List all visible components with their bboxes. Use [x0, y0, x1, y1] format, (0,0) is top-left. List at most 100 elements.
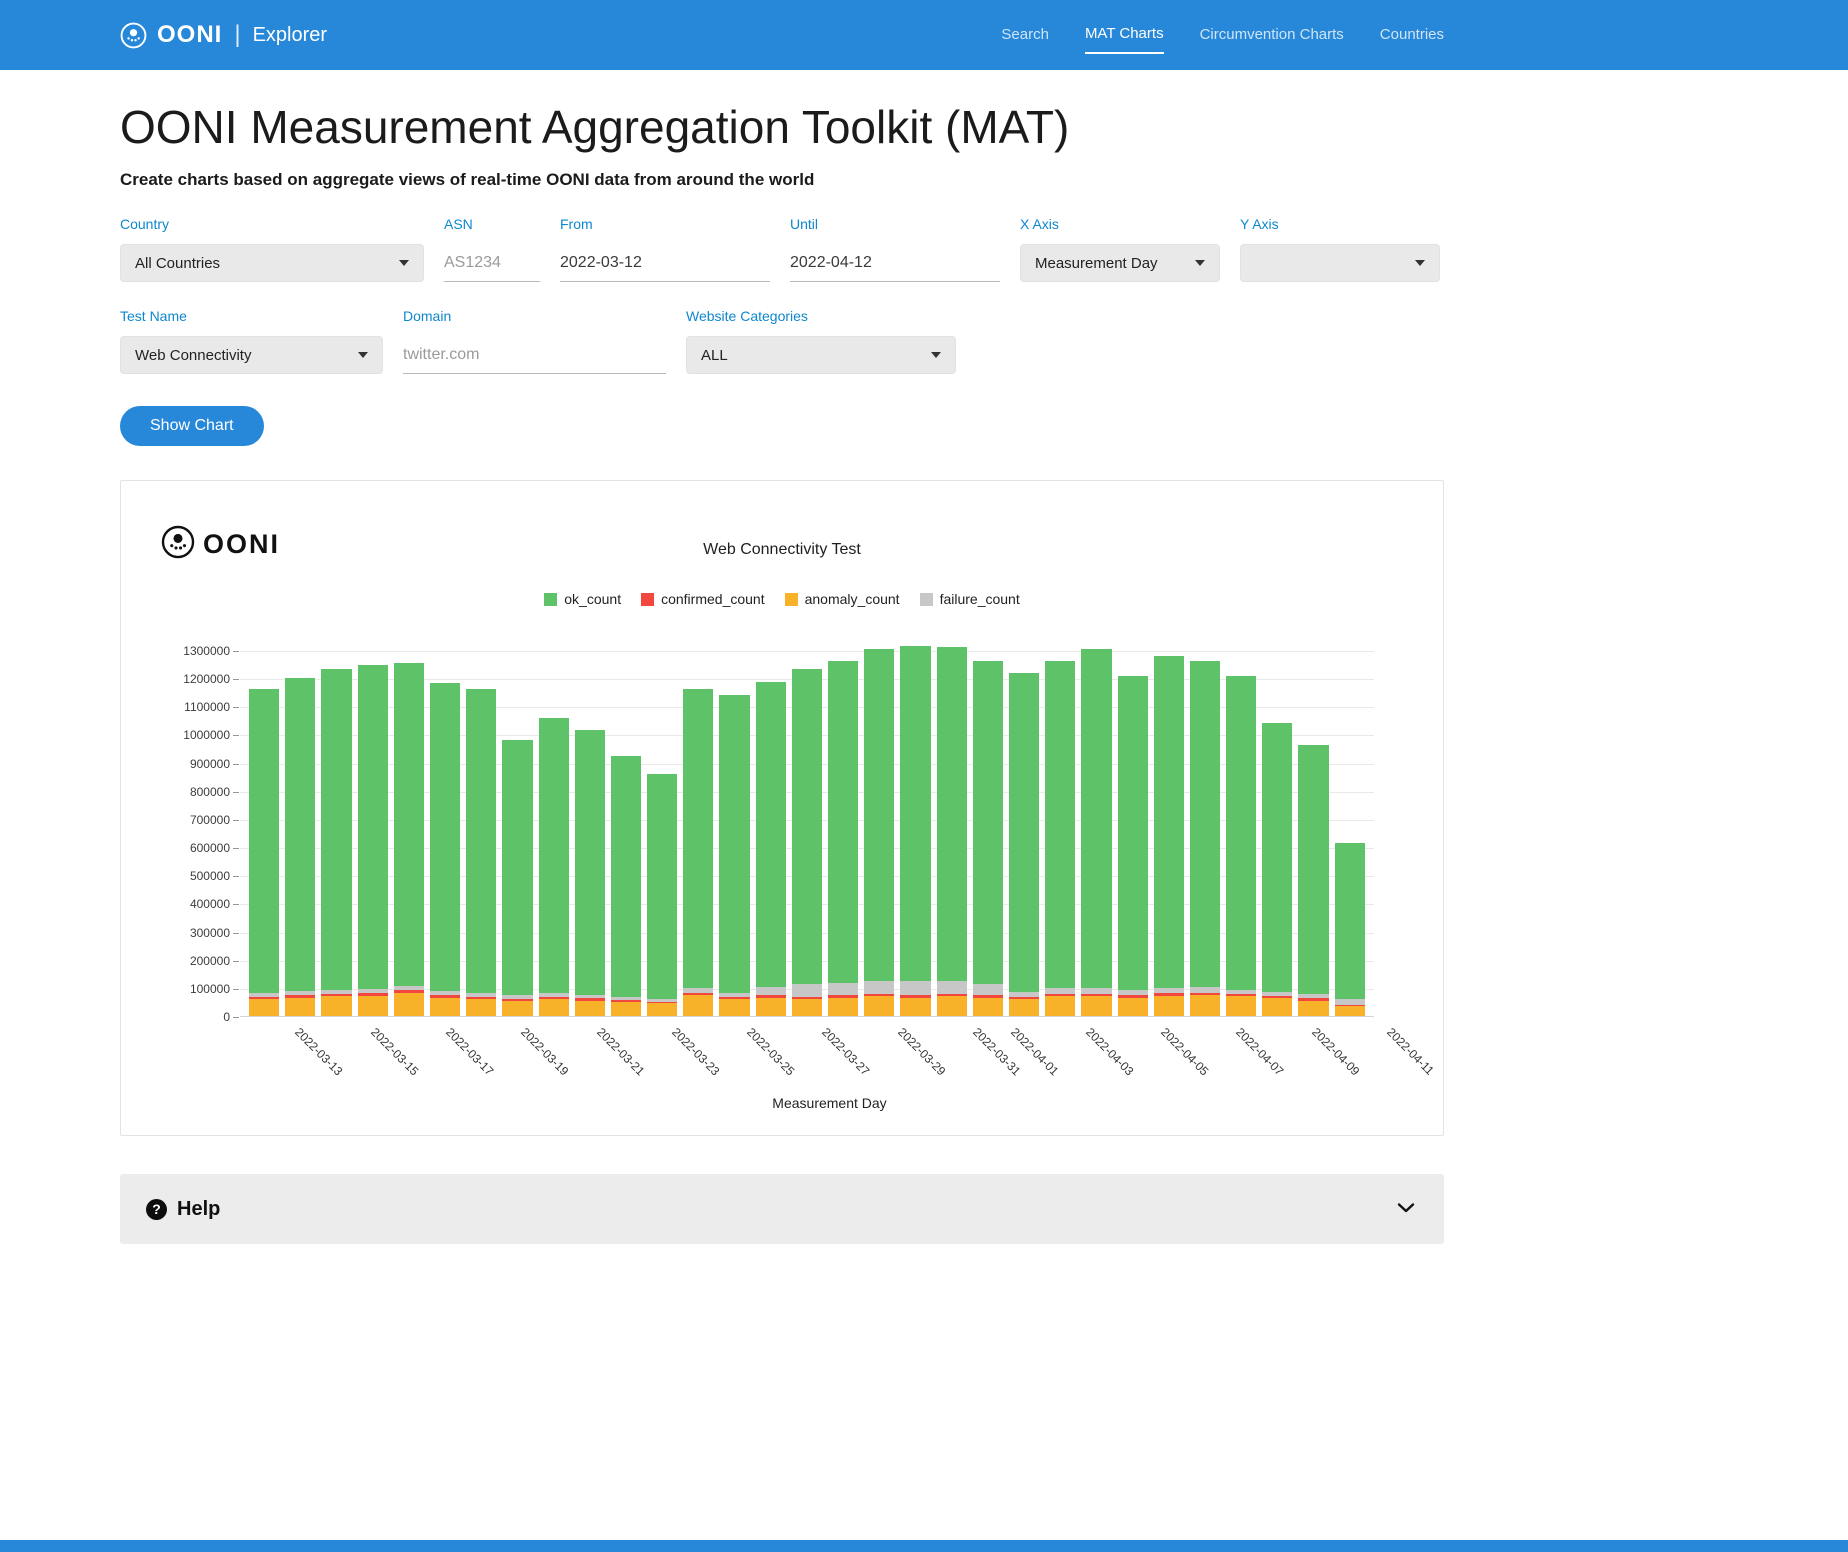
- y-axis-label: Y Axis: [1240, 216, 1440, 232]
- y-tick-label: 200000: [190, 954, 230, 968]
- bar-2022-03-22[interactable]: [611, 756, 641, 1016]
- bar-segment-ok_count: [1226, 676, 1256, 990]
- bar-2022-04-07[interactable]: [1190, 661, 1220, 1016]
- domain-input[interactable]: [403, 336, 666, 374]
- ooni-logo-icon: [161, 525, 195, 564]
- bar-segment-ok_count: [466, 689, 496, 993]
- form-row-1: Country All Countries ASN From Until X A…: [120, 216, 1444, 282]
- bar-segment-ok_count: [864, 649, 894, 981]
- x-tick-cell: [400, 1017, 432, 1095]
- chart-x-axis-title: Measurement Day: [240, 1095, 1419, 1121]
- bar-2022-03-31[interactable]: [937, 647, 967, 1016]
- bar-2022-04-04[interactable]: [1081, 649, 1111, 1016]
- bar-segment-anomaly_count: [1262, 998, 1292, 1016]
- x-tick-cell: 2022-03-31: [964, 1017, 996, 1095]
- y-axis-select[interactable]: [1240, 244, 1440, 282]
- nav-link-countries[interactable]: Countries: [1380, 18, 1444, 53]
- chart-plot: [240, 651, 1374, 1017]
- bar-2022-03-18[interactable]: [466, 689, 496, 1016]
- bar-segment-failure_count: [828, 983, 858, 996]
- test-name-label: Test Name: [120, 308, 383, 324]
- bar-2022-03-14[interactable]: [321, 669, 351, 1016]
- nav-link-mat-charts[interactable]: MAT Charts: [1085, 17, 1164, 54]
- x-tick-cell: [1115, 1017, 1147, 1095]
- test-name-select-value: Web Connectivity: [135, 347, 251, 364]
- chevron-down-icon[interactable]: [1394, 1195, 1418, 1224]
- x-tick-cell: 2022-03-29: [889, 1017, 921, 1095]
- bar-2022-03-30[interactable]: [900, 646, 930, 1016]
- brand[interactable]: OONI | Explorer: [120, 21, 327, 49]
- x-tick-cell: 2022-03-19: [512, 1017, 544, 1095]
- bar-2022-03-26[interactable]: [756, 682, 786, 1016]
- bar-2022-03-25[interactable]: [719, 695, 749, 1016]
- x-tick-cell: 2022-04-01: [1002, 1017, 1034, 1095]
- bar-2022-04-06[interactable]: [1154, 656, 1184, 1016]
- bar-2022-03-24[interactable]: [683, 689, 713, 1016]
- x-tick-cell: 2022-04-05: [1152, 1017, 1184, 1095]
- country-select[interactable]: All Countries: [120, 244, 424, 282]
- bar-2022-04-01[interactable]: [973, 661, 1003, 1016]
- bar-2022-03-12[interactable]: [249, 689, 279, 1016]
- y-tick-label: 500000: [190, 869, 230, 883]
- bar-segment-ok_count: [1262, 723, 1292, 992]
- x-tick-cell: 2022-03-21: [588, 1017, 620, 1095]
- nav-link-circumvention-charts[interactable]: Circumvention Charts: [1200, 18, 1344, 53]
- brand-sub: Explorer: [253, 24, 327, 47]
- bar-2022-03-23[interactable]: [647, 774, 677, 1016]
- x-tick-cell: 2022-03-17: [437, 1017, 469, 1095]
- x-tick-cell: 2022-03-23: [663, 1017, 695, 1095]
- show-chart-button[interactable]: Show Chart: [120, 406, 264, 446]
- x-tick-cell: [249, 1017, 281, 1095]
- bar-2022-04-11[interactable]: [1335, 843, 1365, 1016]
- bar-2022-04-09[interactable]: [1262, 723, 1292, 1016]
- asn-input[interactable]: [444, 244, 540, 282]
- x-axis-select[interactable]: Measurement Day: [1020, 244, 1220, 282]
- bar-2022-03-19[interactable]: [502, 740, 532, 1016]
- chevron-down-icon: [931, 352, 941, 358]
- bar-2022-03-13[interactable]: [285, 678, 315, 1016]
- bar-2022-04-08[interactable]: [1226, 676, 1256, 1016]
- bar-segment-anomaly_count: [1081, 996, 1111, 1016]
- domain-field: Domain: [403, 308, 666, 374]
- bar-segment-ok_count: [756, 682, 786, 987]
- bar-segment-ok_count: [973, 661, 1003, 984]
- chart-x-title-row: Measurement Day: [145, 1095, 1419, 1121]
- x-tick-cell: [1265, 1017, 1297, 1095]
- bar-segment-failure_count: [864, 981, 894, 994]
- from-date-input[interactable]: [560, 244, 770, 282]
- bar-2022-03-15[interactable]: [358, 665, 388, 1016]
- bar-2022-04-10[interactable]: [1298, 745, 1328, 1016]
- test-name-select[interactable]: Web Connectivity: [120, 336, 383, 374]
- until-date-input[interactable]: [790, 244, 1000, 282]
- bar-segment-anomaly_count: [1335, 1006, 1365, 1016]
- bar-segment-anomaly_count: [900, 998, 930, 1016]
- bar-2022-04-05[interactable]: [1118, 676, 1148, 1016]
- bar-segment-anomaly_count: [792, 999, 822, 1016]
- bar-segment-failure_count: [900, 981, 930, 995]
- bar-2022-03-21[interactable]: [575, 730, 605, 1016]
- bar-2022-04-03[interactable]: [1045, 661, 1075, 1016]
- website-categories-field: Website Categories ALL: [686, 308, 956, 374]
- bar-2022-03-29[interactable]: [864, 649, 894, 1016]
- nav-links: Search MAT Charts Circumvention Charts C…: [1001, 17, 1444, 54]
- nav-link-search[interactable]: Search: [1001, 18, 1049, 53]
- y-tick-label: 100000: [190, 982, 230, 996]
- chart-card: OONI Web Connectivity Test ok_countconfi…: [120, 480, 1444, 1136]
- x-tick-cell: [1190, 1017, 1222, 1095]
- help-bar[interactable]: ? Help: [120, 1174, 1444, 1244]
- ooni-logo-text: OONI: [203, 529, 280, 560]
- bar-segment-failure_count: [756, 987, 786, 995]
- bar-2022-03-17[interactable]: [430, 683, 460, 1016]
- bar-2022-04-02[interactable]: [1009, 673, 1039, 1016]
- bar-segment-anomaly_count: [683, 995, 713, 1016]
- x-tick-cell: [1039, 1017, 1071, 1095]
- y-tick-label: 1200000: [183, 672, 230, 686]
- bar-2022-03-28[interactable]: [828, 661, 858, 1016]
- bar-segment-ok_count: [430, 683, 460, 991]
- bar-2022-03-20[interactable]: [539, 718, 569, 1016]
- bar-2022-03-16[interactable]: [394, 663, 424, 1016]
- bar-2022-03-27[interactable]: [792, 669, 822, 1016]
- website-categories-select[interactable]: ALL: [686, 336, 956, 374]
- bar-segment-anomaly_count: [973, 998, 1003, 1016]
- y-tick-label: 0: [223, 1010, 230, 1024]
